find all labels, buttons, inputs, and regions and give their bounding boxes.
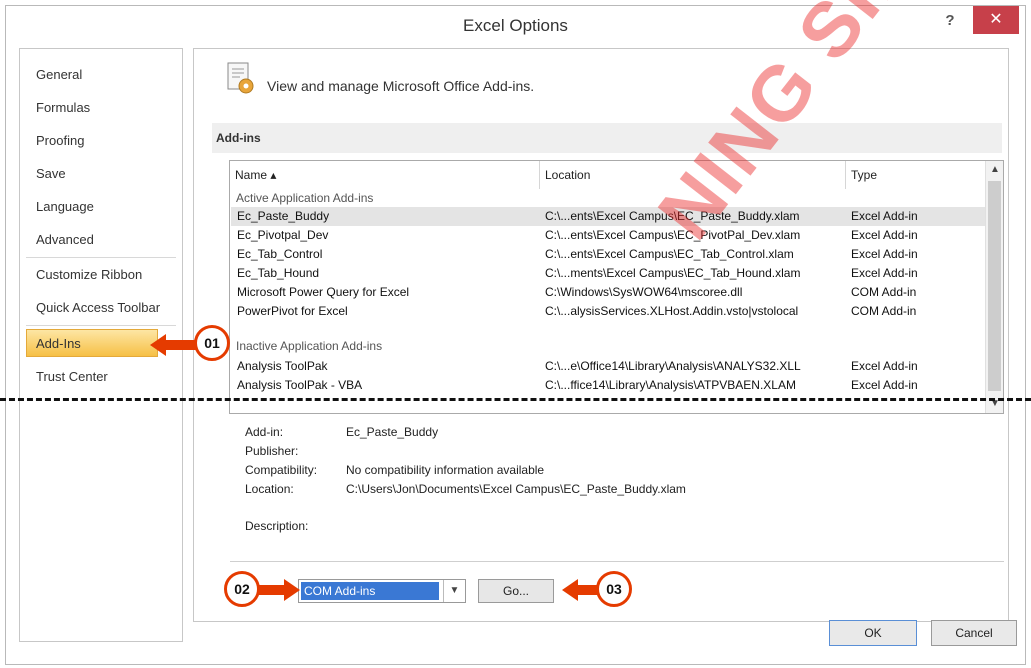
dashed-divider-line: [0, 398, 1031, 401]
go-button[interactable]: Go...: [478, 579, 554, 603]
row-location: C:\...ments\Excel Campus\EC_Tab_Hound.xl…: [545, 266, 801, 280]
dialog-title: Excel Options: [463, 16, 568, 35]
sidebar-item-trust-center[interactable]: Trust Center: [20, 363, 182, 391]
detail-value-compatibility: No compatibility information available: [346, 463, 545, 477]
row-type: Excel Add-in: [851, 247, 918, 261]
group-active-add-ins: Active Application Add-ins: [236, 191, 374, 205]
table-row[interactable]: Ec_Pivotpal_Dev C:\...ents\Excel Campus\…: [231, 226, 986, 245]
group-inactive-add-ins: Inactive Application Add-ins: [236, 339, 383, 353]
sidebar-item-save[interactable]: Save: [20, 160, 182, 188]
row-type: COM Add-in: [851, 285, 917, 299]
sidebar-divider: [26, 325, 176, 326]
row-type: COM Add-in: [851, 304, 917, 318]
row-name: Ec_Paste_Buddy: [237, 209, 330, 223]
detail-label-description: Description:: [245, 519, 309, 533]
detail-value-add-in: Ec_Paste_Buddy: [346, 425, 439, 439]
sidebar-item-general[interactable]: General: [20, 61, 182, 89]
table-row[interactable]: Microsoft Power Query for Excel C:\Windo…: [231, 283, 986, 302]
sidebar-divider: [26, 257, 176, 258]
title-bar: Excel Options ? ✕: [6, 6, 1025, 48]
callout-01: 01: [194, 325, 230, 361]
table-row[interactable]: PowerPivot for Excel C:\...alysisService…: [231, 302, 986, 321]
callout-02: 02: [224, 571, 260, 607]
row-location: C:\...e\Office14\Library\Analysis\ANALYS…: [545, 359, 801, 373]
row-location: C:\...ffice14\Library\Analysis\ATPVBAEN.…: [545, 378, 796, 392]
cancel-button[interactable]: Cancel: [931, 620, 1017, 646]
table-row[interactable]: Ec_Paste_Buddy C:\...ents\Excel Campus\E…: [231, 207, 986, 226]
add-ins-section-title: Add-ins: [212, 123, 1002, 153]
table-row[interactable]: Analysis ToolPak - VBA C:\...ffice14\Lib…: [231, 376, 986, 395]
row-name: Analysis ToolPak: [237, 359, 328, 373]
row-name: Ec_Tab_Hound: [237, 266, 320, 280]
chevron-down-icon[interactable]: ▼: [443, 580, 465, 602]
row-type: Excel Add-in: [851, 209, 918, 223]
add-ins-panel: View and manage Microsoft Office Add-ins…: [193, 48, 1009, 622]
scroll-thumb[interactable]: [988, 181, 1001, 391]
detail-label-add-in: Add-in:: [245, 425, 284, 439]
column-header-name[interactable]: Name ▴: [230, 161, 540, 189]
detail-value-location: C:\Users\Jon\Documents\Excel Campus\EC_P…: [346, 482, 686, 496]
manage-dropdown[interactable]: COM Add-ins ▼: [298, 579, 466, 603]
manage-divider: [230, 561, 1004, 562]
sidebar-item-customize-ribbon[interactable]: Customize Ribbon: [20, 261, 182, 289]
column-header-type[interactable]: Type: [846, 161, 985, 189]
sidebar-item-proofing[interactable]: Proofing: [20, 127, 182, 155]
sidebar-item-add-ins[interactable]: Add-Ins: [26, 329, 158, 357]
row-name: Ec_Tab_Control: [237, 247, 323, 261]
help-button[interactable]: ?: [939, 10, 961, 32]
row-location: C:\...ents\Excel Campus\EC_Paste_Buddy.x…: [545, 209, 800, 223]
row-location: C:\...ents\Excel Campus\EC_Tab_Control.x…: [545, 247, 794, 261]
sidebar-item-formulas[interactable]: Formulas: [20, 94, 182, 122]
row-location: C:\...alysisServices.XLHost.Addin.vsto|v…: [545, 304, 799, 318]
row-name: PowerPivot for Excel: [237, 304, 348, 318]
detail-label-location: Location:: [245, 482, 294, 496]
row-location: C:\...ents\Excel Campus\EC_PivotPal_Dev.…: [545, 228, 801, 242]
callout-03: 03: [596, 571, 632, 607]
manage-dropdown-value: COM Add-ins: [301, 582, 439, 600]
detail-label-publisher: Publisher:: [245, 444, 299, 458]
row-type: Excel Add-in: [851, 378, 918, 392]
row-name: Analysis ToolPak - VBA: [237, 378, 363, 392]
ok-button[interactable]: OK: [829, 620, 917, 646]
add-ins-list[interactable]: Name ▴ Location Type Active Application …: [229, 160, 1004, 414]
row-name: Ec_Pivotpal_Dev: [237, 228, 329, 242]
table-row[interactable]: Analysis ToolPak C:\...e\Office14\Librar…: [231, 357, 986, 376]
add-ins-gear-icon: [227, 62, 254, 94]
close-button[interactable]: ✕: [973, 6, 1019, 34]
sidebar-item-quick-access-toolbar[interactable]: Quick Access Toolbar: [20, 294, 182, 322]
row-type: Excel Add-in: [851, 228, 918, 242]
detail-label-compatibility: Compatibility:: [245, 463, 318, 477]
column-header-location[interactable]: Location: [540, 161, 846, 189]
row-type: Excel Add-in: [851, 359, 918, 373]
row-name: Microsoft Power Query for Excel: [237, 285, 410, 299]
callout-arrow-right-icon: [258, 579, 300, 601]
panel-heading: View and manage Microsoft Office Add-ins…: [267, 78, 535, 94]
scroll-up-arrow-icon[interactable]: ▲: [986, 161, 1003, 179]
sidebar-item-language[interactable]: Language: [20, 193, 182, 221]
table-row[interactable]: Ec_Tab_Hound C:\...ments\Excel Campus\EC…: [231, 264, 986, 283]
row-type: Excel Add-in: [851, 266, 918, 280]
sidebar-item-advanced[interactable]: Advanced: [20, 226, 182, 254]
list-scrollbar[interactable]: ▲ ▼: [985, 161, 1003, 413]
table-row[interactable]: Ec_Tab_Control C:\...ents\Excel Campus\E…: [231, 245, 986, 264]
row-location: C:\Windows\SysWOW64\mscoree.dll: [545, 285, 743, 299]
